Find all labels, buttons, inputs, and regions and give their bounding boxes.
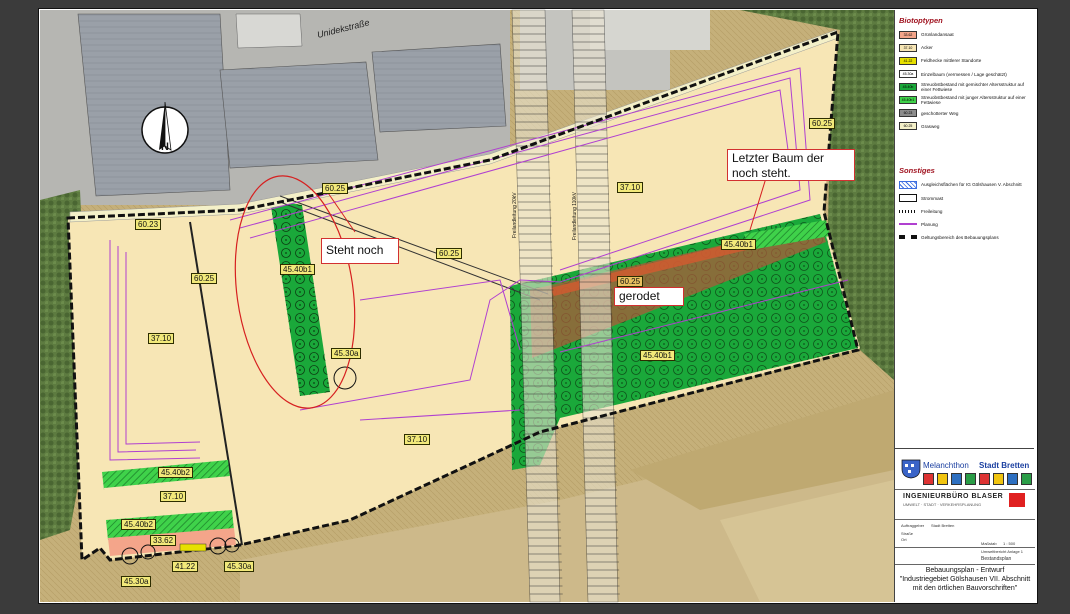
legend-biotope-item: 45.40b Streuobstbestand mit gemischter Al…	[899, 81, 1030, 93]
strasse-label: Straße	[901, 531, 914, 536]
label-45-40b1: 45.40b1	[721, 239, 756, 250]
plan-title-3: mit den örtlichen Bauvorschriften"	[912, 585, 1018, 592]
legend-code: 41.22	[903, 58, 913, 63]
legend-label: Streuobstbestand mit gemischter Altersst…	[921, 82, 1024, 93]
callout-letzter-baum: Letzter Baum der noch steht.	[727, 149, 855, 181]
label-37-10: 37.10	[160, 491, 187, 502]
legend-label: Freileitung	[921, 208, 943, 214]
massstab-value: 1 : 500	[1003, 541, 1016, 546]
label-37-10: 37.10	[617, 182, 644, 193]
label-60-25: 60.25	[617, 276, 644, 287]
label-60-23: 60.23	[135, 219, 162, 230]
planning-line-icon	[899, 223, 917, 225]
pylon-icon	[899, 194, 917, 202]
legend-biotope-item: 60.23 geschotterter Weg	[899, 108, 1030, 120]
logo-name: Stadt Bretten	[979, 461, 1030, 470]
plan-title-1: Bebauungsplan - Entwurf	[925, 567, 1005, 574]
firm-sub: UMWELT · STADT · VERKEHRSPLANUNG	[903, 502, 982, 507]
legend-swatch: 37.10	[899, 43, 917, 52]
label-33-62: 33.62	[150, 535, 177, 546]
powerline-icon	[899, 209, 917, 213]
ort-label: Ort	[901, 537, 907, 542]
legend-heading-biotope: Biotoptypen	[899, 16, 943, 25]
doc-id: Umweltbericht Anlage 1	[981, 549, 1024, 554]
legend-code: 45.40b1	[901, 98, 915, 103]
label-37-10: 37.10	[148, 333, 175, 344]
legend-biotope-item: 37.10 Acker	[899, 42, 1030, 54]
legend-biotope-list: 33.62 Grünlandansaat 37.10 Acker 41.22 Feldhe…	[899, 29, 1030, 132]
municipal-crests	[923, 473, 1032, 485]
legend-other-item: Ausgleichsflächen für IG Gölshausen V. A…	[899, 179, 1030, 191]
legend-swatch: 60.23	[899, 109, 917, 118]
label-41-22: 41.22	[172, 561, 199, 572]
legend-code: 33.62	[903, 32, 913, 37]
legend-label: Geltungsbereich des Bebauungsplans	[921, 234, 999, 240]
legend-swatch: 33.62	[899, 30, 917, 39]
legend-label: Grasweg	[921, 123, 940, 129]
plan-sheet: Unidekstraße N 60.25 60.25 60.25 60.25 6…	[0, 0, 1070, 614]
legend-other-list: Ausgleichsflächen für IG Gölshausen V. A…	[899, 179, 1030, 243]
legend-label: Streuobstbestand mit junger Altersstrukt…	[921, 95, 1026, 106]
legend-code: 37.10	[903, 45, 913, 50]
auftraggeber-value: Stadt Bretten	[931, 523, 955, 528]
boundary-line-icon	[899, 235, 917, 240]
legend-label: Ausgleichsflächen für IG Gölshausen V. A…	[921, 182, 1022, 188]
compensation-area-icon	[899, 180, 917, 189]
legend-code: 45.40b	[902, 85, 914, 90]
label-60-25: 60.25	[809, 118, 836, 129]
label-60-25: 60.25	[436, 248, 463, 259]
legend-biotope-item: 33.62 Grünlandansaat	[899, 29, 1030, 41]
coat-of-arms-icon	[901, 459, 921, 479]
legend-swatch: 45.30a	[899, 70, 917, 79]
legend-heading-other: Sonstiges	[899, 166, 935, 176]
label-60-25: 60.25	[322, 183, 349, 194]
legend-swatch: 45.40b1	[899, 96, 917, 105]
legend-swatch: 41.22	[899, 56, 917, 65]
legend-label: geschotterter Weg	[921, 110, 959, 116]
doc-type: Bestandsplan	[981, 556, 1012, 562]
label-37-10: 37.10	[404, 434, 431, 445]
legend-biotope-item: 45.30a Einzelbaum (vermessen / Lage gesch…	[899, 68, 1030, 80]
label-45-40b1: 45.40b1	[280, 264, 315, 275]
powerline-label: Freilandleitung 110kV	[572, 192, 578, 240]
logo-city: Melanchthon	[923, 461, 969, 470]
legend-label: Strommast	[921, 195, 944, 201]
legend-code: 60.25	[903, 124, 913, 129]
legend-label: Feldhecke mittlerer Standorte	[921, 58, 982, 64]
legend-other-item: Planung	[899, 218, 1030, 230]
legend-other-item: Geltungsbereich des Bebauungsplans	[899, 232, 1030, 244]
legend-biotope-item: 41.22 Feldhecke mittlerer Standorte	[899, 55, 1030, 67]
powerline-label: Freilandleitung 20kV	[512, 192, 518, 238]
callout-gerodet: gerodet	[614, 287, 684, 306]
massstab-label: Maßstab	[981, 541, 997, 546]
callout-steht-noch: Steht noch	[321, 238, 399, 264]
label-60-25: 60.25	[191, 273, 218, 284]
legend-biotope-item: 60.25 Grasweg	[899, 121, 1030, 133]
legend-code: 60.23	[903, 111, 913, 116]
label-45-40b2: 45.40b2	[158, 467, 193, 478]
legend-panel: Biotoptypen 33.62 Grünlandansaat 37.10 Acke…	[894, 10, 1034, 448]
label-45-40b1: 45.40b1	[640, 350, 675, 361]
legend-label: Einzelbaum (vermessen / Lage geschätzt)	[921, 71, 1007, 77]
label-45-30a: 45.30a	[121, 576, 152, 587]
firm-name: INGENIEURBÜRO BLASER	[903, 493, 1004, 500]
label-45-30a: 45.30a	[224, 561, 255, 572]
legend-swatch: 45.40b	[899, 83, 917, 92]
label-45-40b2: 45.40b2	[121, 519, 156, 530]
auftraggeber-label: Auftraggeber	[901, 523, 925, 528]
label-45-30a: 45.30a	[331, 348, 362, 359]
legend-swatch: 60.25	[899, 122, 917, 131]
legend-code: 45.30a	[902, 72, 914, 77]
legend-other-item: Freileitung	[899, 205, 1030, 217]
legend-label: Grünlandansaat	[921, 32, 954, 38]
legend-label: Planung	[921, 221, 938, 227]
firm-logo-icon	[1009, 493, 1025, 507]
title-block: Melanchthon Stadt Bretten INGENIEURBÜRO …	[894, 448, 1035, 602]
north-arrow-letter: N	[161, 141, 169, 153]
legend-other-item: Strommast	[899, 192, 1030, 204]
legend-label: Acker	[921, 45, 933, 51]
legend-biotope-item: 45.40b1 Streuobstbestand mit junger Alter…	[899, 94, 1030, 106]
plan-title-2: "Industriegebiet Gölshausen VII. Abschni…	[899, 576, 1031, 583]
